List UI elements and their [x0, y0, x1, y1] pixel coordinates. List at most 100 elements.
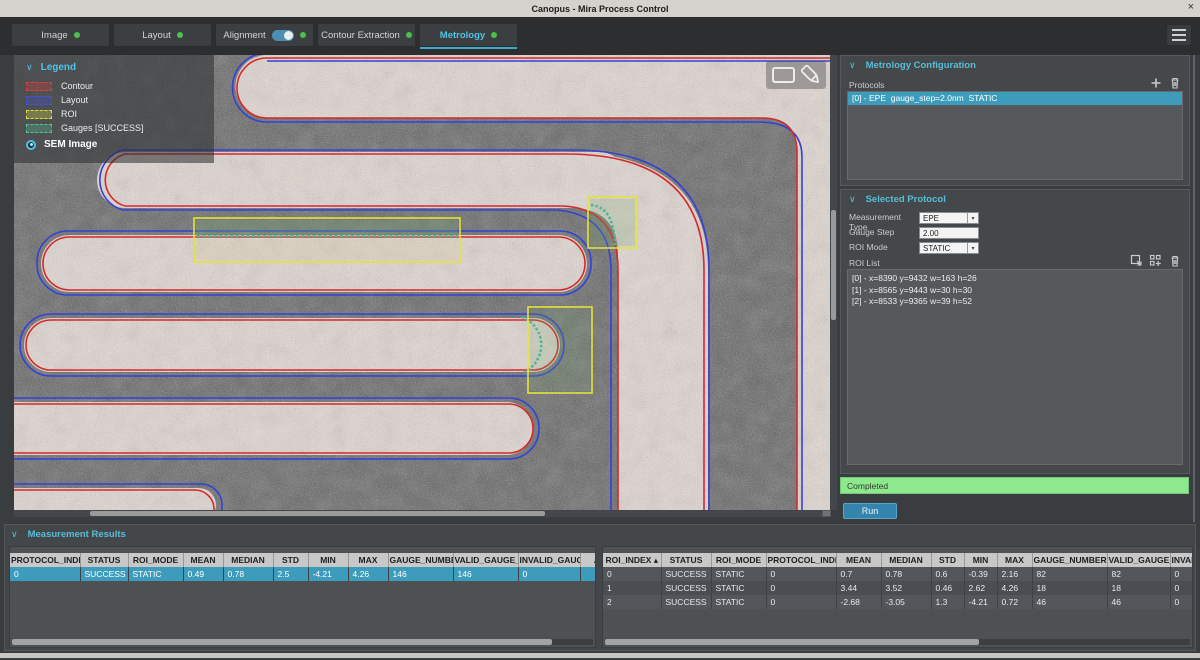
- tab-image[interactable]: Image: [12, 24, 109, 46]
- tab-metrology[interactable]: Metrology: [420, 24, 517, 46]
- status-dot: [73, 32, 80, 38]
- legend-item[interactable]: Contour: [26, 79, 214, 93]
- column-header[interactable]: GAUGE_NUMBER: [388, 553, 454, 567]
- legend-item-label: Contour: [61, 81, 94, 91]
- vertical-scrollbar[interactable]: [830, 55, 837, 510]
- measurement-results-panel: ∨ Measurement Results PROTOCOL_INDEX ▴ST…: [4, 524, 1196, 651]
- tab-alignment[interactable]: Alignment: [216, 24, 313, 46]
- horizontal-scrollbar[interactable]: [12, 639, 593, 645]
- column-header[interactable]: STD: [273, 553, 309, 567]
- protocols-list[interactable]: [0] - EPE gauge_step=2.0nm STATIC: [847, 91, 1183, 180]
- measurement-type-value: EPE: [923, 213, 940, 223]
- hamburger-menu-icon[interactable]: [1166, 24, 1192, 46]
- column-header[interactable]: MAX: [997, 553, 1033, 567]
- legend-swatch: [26, 109, 52, 119]
- tab-image-label: Image: [41, 29, 68, 41]
- table-row[interactable]: 1 SUCCESS STATIC 0 3.44 3.52 0.46 2.62 4.26 1…: [603, 581, 1192, 595]
- tab-contour-extraction[interactable]: Contour Extraction: [318, 24, 415, 46]
- panel-scrollbar[interactable]: [1193, 55, 1195, 522]
- tab-layout[interactable]: Layout: [114, 24, 211, 46]
- column-header[interactable]: STATUS: [80, 553, 129, 567]
- scrollbar-corner: [822, 510, 831, 517]
- app-window: Canopus - Mira Process Control × Image L…: [0, 0, 1200, 660]
- horizontal-scrollbar[interactable]: [14, 510, 822, 517]
- column-header[interactable]: ROI_MODE: [128, 553, 184, 567]
- column-header[interactable]: MEDIAN: [881, 553, 932, 567]
- chevron-down-icon[interactable]: ∨: [26, 62, 33, 73]
- roi-list-item[interactable]: [2] - x=8533 y=9365 w=39 h=52: [848, 296, 1182, 308]
- table-row[interactable]: 2 SUCCESS STATIC 0 -2.68 -3.05 1.3 -4.21 0.7…: [603, 595, 1192, 609]
- legend-sem-image-radio[interactable]: SEM Image: [26, 139, 214, 150]
- measurement-type-select[interactable]: EPE ▾: [919, 212, 979, 224]
- column-header[interactable]: STATUS: [661, 553, 712, 567]
- legend-item[interactable]: ROI: [26, 107, 214, 121]
- horizontal-scrollbar[interactable]: [605, 639, 1190, 645]
- column-header[interactable]: MIN: [964, 553, 998, 567]
- legend-item-label: Gauges [SUCCESS]: [61, 123, 144, 133]
- close-icon[interactable]: ×: [1188, 1, 1194, 13]
- column-header[interactable]: MIN: [308, 553, 349, 567]
- scrollbar-thumb[interactable]: [831, 210, 836, 320]
- status-bar: Completed: [840, 477, 1189, 494]
- roi-list-item[interactable]: [0] - x=8390 y=9432 w=163 h=26: [848, 273, 1182, 285]
- delete-roi-icon[interactable]: [1168, 254, 1181, 267]
- column-header[interactable]: MEAN: [183, 553, 224, 567]
- viewport-toolbar: [766, 61, 826, 89]
- legend-item[interactable]: Gauges [SUCCESS]: [26, 121, 214, 135]
- table-row[interactable]: 0 SUCCESS STATIC 0 0.7 0.78 0.6 -0.39 2.16 82…: [603, 567, 1192, 581]
- gauge-step-input[interactable]: 2.00: [919, 227, 979, 239]
- column-header[interactable]: PROTOCOL_INDEX ▴: [10, 553, 81, 567]
- scrollbar-thumb[interactable]: [12, 639, 553, 645]
- legend-item[interactable]: Layout: [26, 93, 214, 107]
- roi-mode-label: ROI Mode: [849, 242, 888, 252]
- roi-list[interactable]: [0] - x=8390 y=9432 w=163 h=26 [1] - x=85…: [847, 269, 1183, 465]
- chevron-down-icon: ▾: [967, 243, 978, 253]
- column-header[interactable]: A: [580, 553, 595, 567]
- chevron-down-icon[interactable]: ∨: [849, 60, 856, 71]
- column-header[interactable]: PROTOCOL_INDEX: [766, 553, 837, 567]
- column-header[interactable]: INVALID_GAUGE_NUMBER: [1170, 553, 1192, 567]
- status-dot: [405, 32, 412, 38]
- roi-list-label: ROI List: [849, 258, 880, 268]
- add-protocol-icon[interactable]: [1149, 76, 1162, 89]
- column-header[interactable]: ROI_MODE: [711, 553, 767, 567]
- scrollbar-thumb[interactable]: [605, 639, 980, 645]
- status-dot: [176, 32, 183, 38]
- column-header[interactable]: MAX: [348, 553, 389, 567]
- sem-image-label: SEM Image: [44, 139, 98, 150]
- column-header[interactable]: MEAN: [836, 553, 882, 567]
- tab-layout-label: Layout: [142, 29, 171, 41]
- protocol-results-table: PROTOCOL_INDEX ▴STATUSROI_MODEMEANMEDIAN…: [9, 546, 596, 648]
- legend-swatch: [26, 123, 52, 133]
- chevron-down-icon[interactable]: ∨: [11, 529, 18, 540]
- roi-results-table: ROI_INDEX ▴STATUSROI_MODEPROTOCOL_INDEXM…: [602, 546, 1193, 648]
- roi-mode-select[interactable]: STATIC ▾: [919, 242, 979, 254]
- metrology-configuration-panel: ∨ Metrology Configuration Protocols [0] …: [840, 55, 1190, 186]
- run-button[interactable]: Run: [843, 503, 897, 519]
- column-header[interactable]: ROI_INDEX ▴: [603, 553, 662, 567]
- column-header[interactable]: STD: [931, 553, 965, 567]
- gauge-step-value: 2.00: [923, 228, 939, 238]
- legend-swatch: [26, 81, 52, 91]
- alignment-toggle[interactable]: [271, 29, 294, 41]
- scrollbar-thumb[interactable]: [90, 511, 545, 516]
- tab-metrology-label: Metrology: [439, 29, 486, 41]
- sem-image-canvas[interactable]: ∨ Legend Contour Layout ROI Gauges [SUCC…: [0, 52, 831, 531]
- protocol-list-item[interactable]: [0] - EPE gauge_step=2.0nm STATIC: [848, 92, 1182, 105]
- protocols-label: Protocols: [849, 80, 885, 90]
- legend-swatch: [26, 95, 52, 105]
- table-row[interactable]: 0 SUCCESS STATIC 0.49 0.78 2.5 -4.21 4.26 14…: [10, 567, 595, 581]
- column-header[interactable]: VALID_GAUGE_NUMBER: [1107, 553, 1171, 567]
- metrology-configuration-header: Metrology Configuration: [865, 60, 976, 71]
- add-roi-grid-icon[interactable]: [1149, 254, 1162, 267]
- toggle-knob: [283, 30, 293, 40]
- roi-list-item[interactable]: [1] - x=8565 y=9443 w=30 h=30: [848, 285, 1182, 297]
- chevron-down-icon[interactable]: ∨: [849, 194, 856, 205]
- column-header[interactable]: VALID_GAUGE_NUMBER: [453, 553, 519, 567]
- column-header[interactable]: GAUGE_NUMBER: [1032, 553, 1108, 567]
- column-header[interactable]: MEDIAN: [223, 553, 274, 567]
- column-header[interactable]: INVALID_GAUGE_NUMBER: [518, 553, 581, 567]
- delete-protocol-icon[interactable]: [1168, 76, 1181, 89]
- draw-roi-icon[interactable]: [1130, 254, 1143, 267]
- tab-contour-extraction-label: Contour Extraction: [321, 29, 400, 41]
